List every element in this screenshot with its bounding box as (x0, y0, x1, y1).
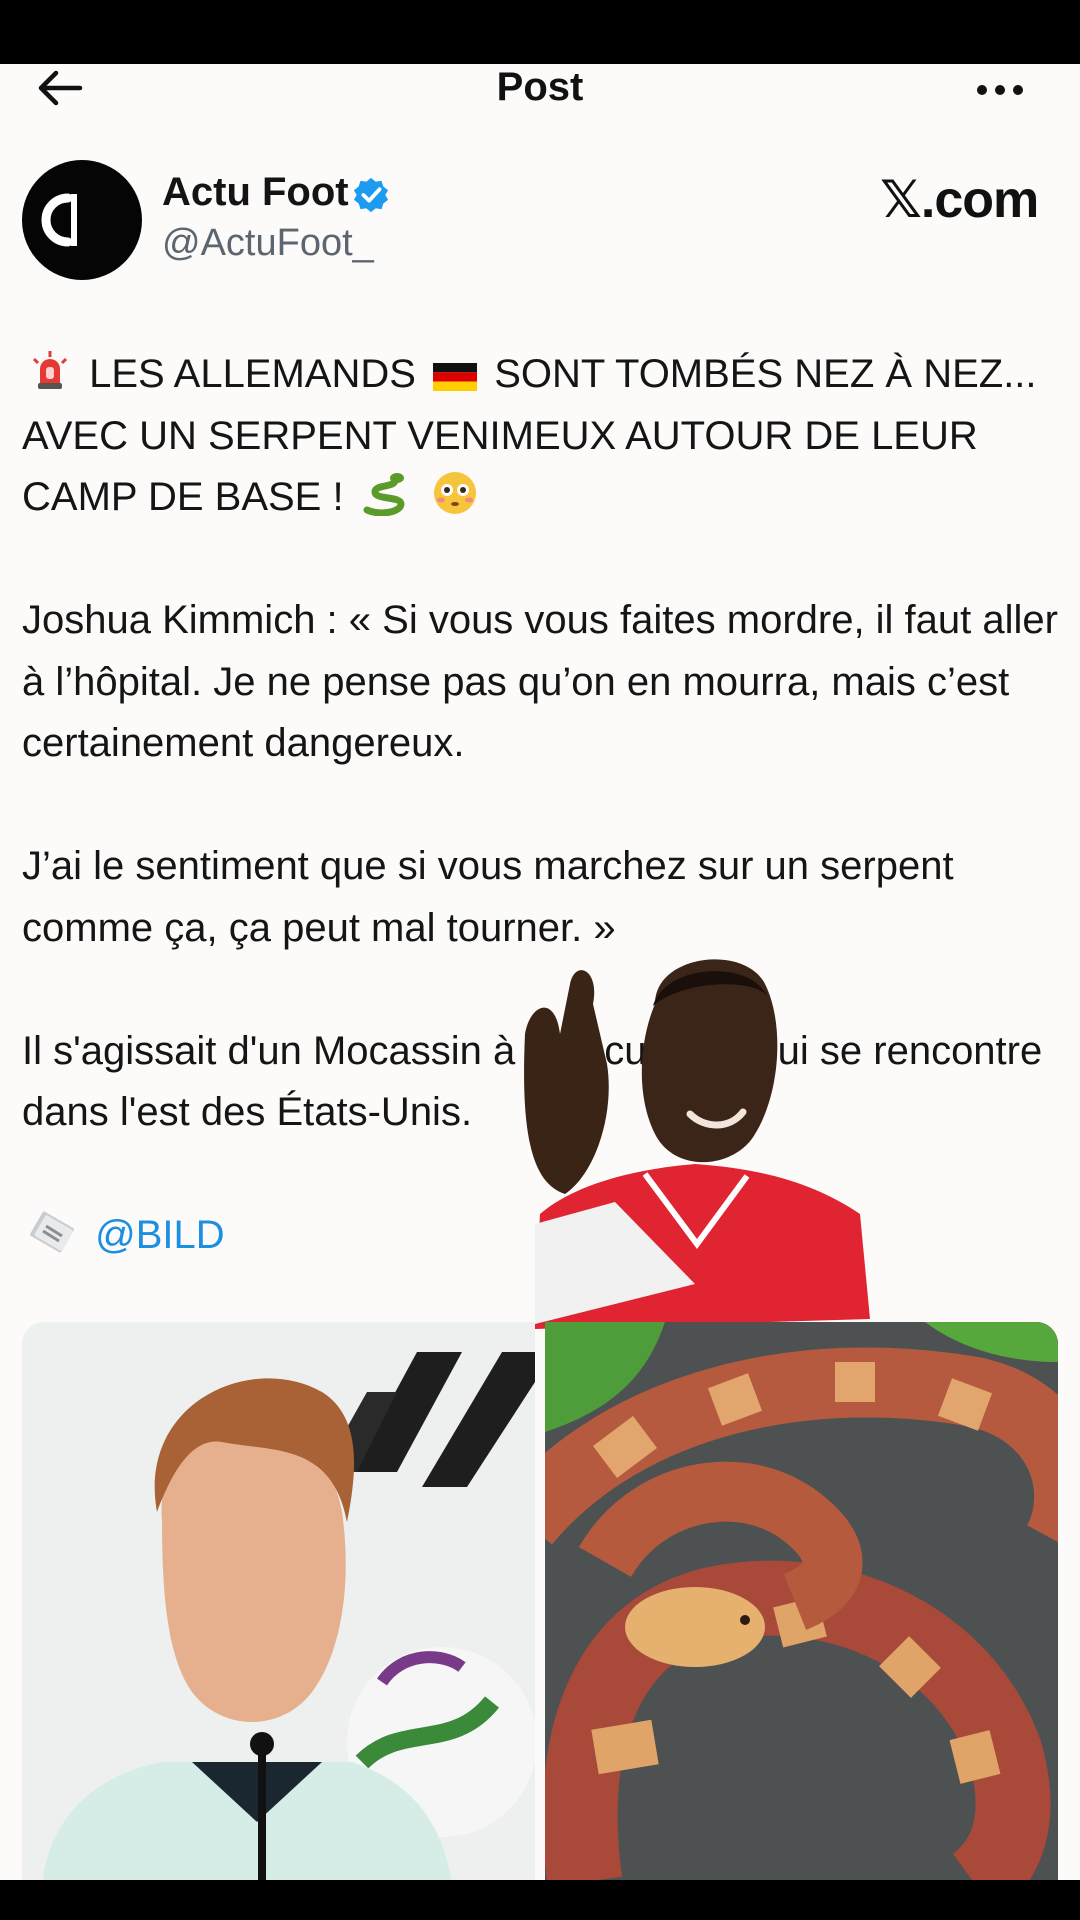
actu-foot-logo-icon (41, 193, 77, 247)
snake-emoji-icon (363, 473, 405, 516)
source-mention-link[interactable]: @BILD (95, 1213, 225, 1257)
more-options-icon[interactable] (970, 68, 1030, 108)
germany-flag-icon (433, 363, 478, 391)
page-title: Post (496, 65, 584, 109)
player-photo (22, 1322, 535, 1880)
media-image-player[interactable] (22, 1322, 535, 1880)
author-handle[interactable]: @ActuFoot_ (162, 222, 374, 265)
avatar[interactable] (22, 160, 142, 280)
flushed-face-icon (433, 472, 476, 514)
tweet-paragraph-1: LES ALLEMANDS SONT TOMBÉS NEZ À NEZ... A… (22, 344, 1062, 529)
top-bar: Post (0, 64, 1080, 109)
tweet-paragraph-3: J’ai le sentiment que si vous marchez su… (22, 844, 954, 950)
x-brand-watermark: 𝕏.com (880, 171, 1039, 229)
siren-icon (32, 351, 68, 389)
reaction-person-overlay (524, 959, 870, 1329)
tweet-paragraph-2: Joshua Kimmich : « Si vous vous faites m… (22, 598, 1058, 765)
snake-photo (545, 1322, 1058, 1880)
headline-part-1: LES ALLEMANDS (89, 352, 416, 396)
newspaper-icon (30, 1211, 74, 1253)
verified-badge-icon (353, 177, 389, 213)
media-image-snake[interactable] (545, 1322, 1058, 1880)
post-screen: Post Actu Foot @ActuFoot_ 𝕏.com LES ALLE… (0, 64, 1080, 1880)
author-name[interactable]: Actu Foot (162, 170, 349, 215)
